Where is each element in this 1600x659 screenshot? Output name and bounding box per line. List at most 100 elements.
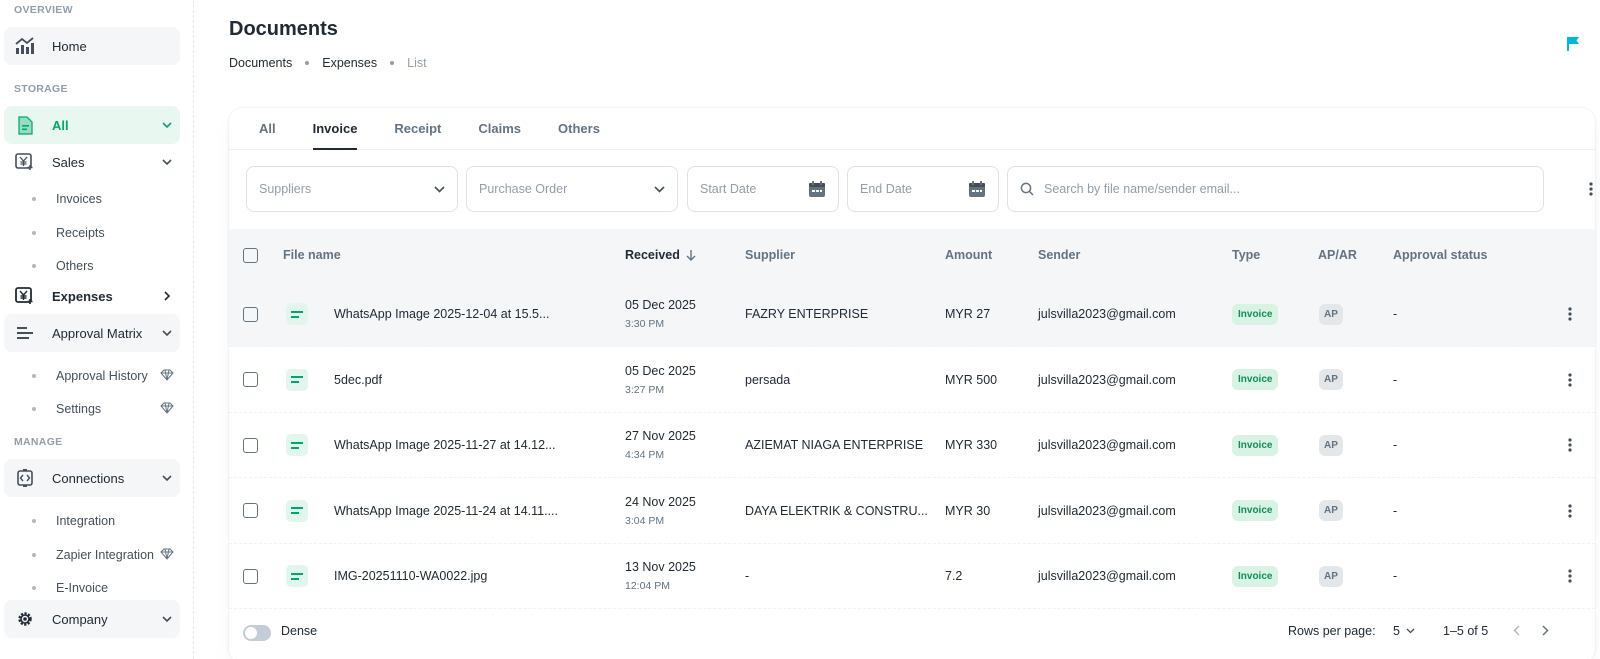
header-apar[interactable]: AP/AR: [1318, 229, 1357, 281]
table-row[interactable]: 5dec.pdf 05 Dec 2025 3:27 PM persada MYR…: [229, 347, 1595, 413]
rows-per-page-select[interactable]: 5: [1393, 624, 1415, 638]
select-all-checkbox[interactable]: [243, 229, 258, 281]
rows-per-page-value: 5: [1393, 624, 1400, 638]
row-checkbox[interactable]: [243, 412, 258, 478]
apar-badge: AP: [1319, 478, 1343, 544]
type-badge-label: Invoice: [1232, 303, 1279, 325]
sidebar-item-connections[interactable]: Connections: [4, 459, 180, 497]
header-file-name[interactable]: File name: [283, 229, 341, 281]
supplier-name: persada: [745, 372, 791, 387]
prev-page-button[interactable]: [1513, 625, 1520, 636]
sidebar-item-home[interactable]: Home: [4, 27, 180, 65]
calendar-icon[interactable]: [968, 180, 986, 198]
more-vertical-icon[interactable]: [1568, 347, 1572, 413]
type-badge-label: Invoice: [1232, 434, 1279, 456]
received-time: 12:04 PM: [625, 580, 670, 592]
file-name[interactable]: WhatsApp Image 2025-11-27 at 14.12...: [334, 412, 555, 478]
search-input[interactable]: Search by file name/sender email...: [1007, 166, 1544, 212]
sidebar-sub-invoices[interactable]: Invoices: [22, 184, 180, 214]
flag-icon[interactable]: [1566, 36, 1580, 55]
table-row[interactable]: IMG-20251110-WA0022.jpg 13 Nov 2025 12:0…: [229, 543, 1595, 609]
row-checkbox[interactable]: [243, 281, 258, 347]
received-date: 27 Nov 2025 4:34 PM: [625, 412, 696, 478]
table-row[interactable]: WhatsApp Image 2025-12-04 at 15.5... 05 …: [229, 281, 1595, 347]
more-vertical-icon[interactable]: [1568, 412, 1572, 478]
breadcrumb-expenses[interactable]: Expenses: [322, 56, 377, 70]
sidebar-sub-integration[interactable]: Integration: [22, 506, 180, 536]
connection-icon: [14, 467, 36, 489]
sidebar-item-approval-matrix[interactable]: Approval Matrix: [4, 314, 180, 352]
end-date-field[interactable]: End Date: [847, 166, 999, 212]
sidebar-sub-einvoice[interactable]: E-Invoice: [22, 573, 180, 603]
more-vertical-icon[interactable]: [1579, 177, 1595, 201]
chevron-down-icon: [154, 159, 180, 165]
header-amount[interactable]: Amount: [945, 229, 992, 281]
sidebar-sub-zapier[interactable]: Zapier Integration: [22, 540, 180, 570]
file-icon: [286, 347, 308, 413]
sidebar-sub-receipts[interactable]: Receipts: [22, 218, 180, 248]
dense-label: Dense: [281, 624, 318, 638]
tab-invoice[interactable]: Invoice: [312, 108, 357, 150]
sidebar-sub-label: Invoices: [56, 192, 102, 206]
header-sender[interactable]: Sender: [1038, 229, 1080, 281]
chevron-down-icon: [154, 330, 180, 336]
table-row[interactable]: WhatsApp Image 2025-11-24 at 14.11.... 2…: [229, 478, 1595, 544]
suppliers-select[interactable]: Suppliers: [246, 166, 458, 212]
sidebar-item-expenses[interactable]: Expenses: [4, 277, 180, 315]
section-storage: STORAGE: [14, 83, 68, 95]
more-vertical-icon[interactable]: [1568, 478, 1572, 544]
breadcrumb: Documents Expenses List: [229, 56, 427, 70]
approval-status: -: [1393, 503, 1398, 518]
sender-email: julsvilla2023@gmail.com: [1038, 503, 1176, 518]
sidebar-label-all: All: [52, 117, 69, 133]
type-badge-label: Invoice: [1232, 565, 1279, 587]
type-badge-label: Invoice: [1232, 369, 1279, 390]
start-date-field[interactable]: Start Date: [687, 166, 839, 212]
sidebar-sub-settings[interactable]: Settings: [22, 394, 180, 424]
breadcrumb-documents[interactable]: Documents: [229, 56, 292, 70]
more-vertical-icon[interactable]: [1568, 543, 1572, 609]
header-approval-status[interactable]: Approval status: [1393, 229, 1487, 281]
header-type[interactable]: Type: [1232, 229, 1260, 281]
type-badge: Invoice: [1232, 478, 1279, 544]
tab-claims[interactable]: Claims: [478, 108, 521, 149]
dense-toggle[interactable]: [243, 625, 271, 641]
supplier-name: FAZRY ENTERPRISE: [745, 307, 869, 321]
received-time: 4:34 PM: [625, 449, 665, 461]
file-name[interactable]: 5dec.pdf: [334, 347, 382, 413]
row-checkbox[interactable]: [243, 543, 258, 609]
apar-badge-label: AP: [1319, 500, 1343, 521]
sidebar-item-company[interactable]: Company: [4, 600, 180, 638]
received-day: 05 Dec 2025: [625, 298, 696, 312]
amount: MYR 30: [945, 503, 991, 518]
sidebar-sub-label: Integration: [56, 514, 116, 528]
type-badge: Invoice: [1232, 543, 1279, 609]
file-name[interactable]: WhatsApp Image 2025-11-24 at 14.11....: [334, 478, 558, 544]
chevron-right-icon: [154, 291, 180, 301]
header-supplier[interactable]: Supplier: [745, 229, 795, 281]
amount: 7.2: [945, 569, 963, 583]
sidebar-sub-approval-history[interactable]: Approval History: [22, 361, 180, 391]
table-header: File name Received Supplier Amount Sende…: [229, 229, 1595, 281]
sidebar-item-all[interactable]: All: [4, 106, 180, 144]
sidebar-item-sales[interactable]: Sales: [4, 143, 180, 181]
approval-status: -: [1393, 438, 1398, 452]
tab-others[interactable]: Others: [558, 108, 600, 149]
tab-all[interactable]: All: [259, 108, 276, 149]
header-received[interactable]: Received: [625, 229, 696, 281]
more-vertical-icon[interactable]: [1568, 281, 1572, 347]
chevron-down-icon: [1406, 628, 1415, 634]
next-page-button[interactable]: [1542, 625, 1549, 636]
row-checkbox[interactable]: [243, 347, 258, 413]
table-row[interactable]: WhatsApp Image 2025-11-27 at 14.12... 27…: [229, 412, 1595, 478]
file-name[interactable]: IMG-20251110-WA0022.jpg: [334, 543, 487, 609]
file-icon: [286, 478, 308, 544]
type-badge: Invoice: [1232, 281, 1279, 347]
tab-receipt[interactable]: Receipt: [394, 108, 441, 149]
received-day: 27 Nov 2025: [625, 429, 696, 443]
calendar-icon[interactable]: [808, 180, 826, 198]
purchase-order-select[interactable]: Purchase Order: [466, 166, 678, 212]
sidebar-label-company: Company: [52, 611, 108, 627]
row-checkbox[interactable]: [243, 478, 258, 544]
file-name[interactable]: WhatsApp Image 2025-12-04 at 15.5...: [334, 281, 549, 347]
